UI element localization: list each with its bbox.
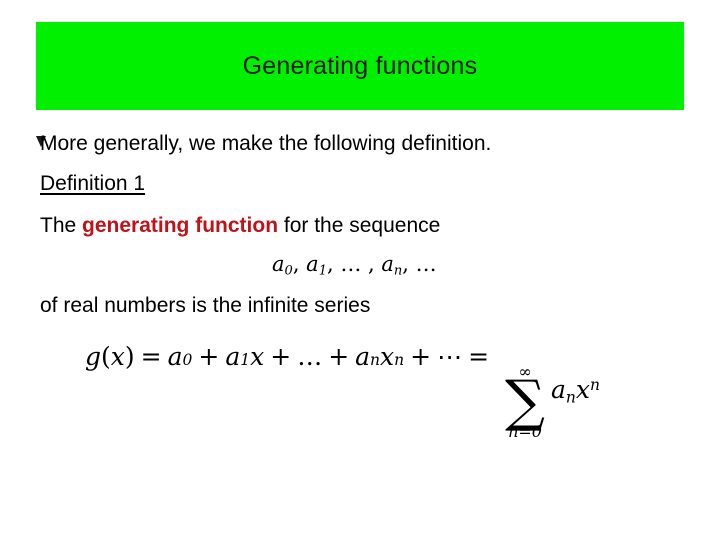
eq-plus-2: + <box>270 342 292 371</box>
eq-term-an-x-exponent: n <box>394 351 405 369</box>
sigma-icon: ∑ <box>505 369 546 434</box>
summation-body: anxn <box>551 375 600 406</box>
eq-plus-1: + <box>198 342 220 371</box>
definition-text-suffix: for the sequence <box>278 214 441 237</box>
seq-a0-subscript: 0 <box>284 263 293 279</box>
sum-body-x: x <box>575 374 591 404</box>
eq-term-a1-subscript: 1 <box>240 351 251 369</box>
eq-term-a1: a <box>225 342 241 371</box>
eq-paren-close: ) <box>124 342 135 371</box>
eq-ellipsis: … <box>297 342 323 371</box>
eq-plus-4: + <box>410 342 432 371</box>
seq-a1: a <box>306 252 319 276</box>
eq-term-an-subscript: n <box>370 351 381 369</box>
eq-term-a1-x: x <box>250 342 265 371</box>
eq-term-an-x: x <box>380 342 395 371</box>
title-banner: Generating functions <box>36 22 684 110</box>
seq-sep-1: , <box>292 252 307 276</box>
seq-sep-2: , … , <box>326 252 382 276</box>
slide-body: More generally, we make the following de… <box>0 110 720 540</box>
body-line-intro: More generally, we make the following de… <box>40 132 492 155</box>
seq-an: a <box>381 252 394 276</box>
eq-term-a0-subscript: 0 <box>182 351 193 369</box>
eq-var-x: x <box>110 342 125 371</box>
definition-heading: Definition 1 <box>40 172 145 195</box>
seq-sep-3: , … <box>402 252 437 276</box>
seq-a0: a <box>272 252 285 276</box>
eq-term-a0: a <box>167 342 183 371</box>
summation-lower-limit: n=0 <box>508 422 542 442</box>
generating-function-emphasis: generating function <box>82 214 279 237</box>
definition-text-prefix: The <box>40 214 83 237</box>
sum-body-a: a <box>551 374 566 404</box>
eq-term-an: a <box>355 342 371 371</box>
eq-plus-3: + <box>328 342 350 371</box>
page-title: Generating functions <box>242 51 478 80</box>
eq-paren-open: ( <box>101 342 111 371</box>
body-line-infinite-series: of real numbers is the infinite series <box>40 294 371 317</box>
eq-equals: = <box>140 342 162 371</box>
sum-body-x-exponent: n <box>590 375 600 394</box>
eq-cdots: ⋯ <box>437 342 463 371</box>
body-line-definition-text: The generating function for the sequence <box>40 214 440 237</box>
sequence-expression: a0, a1, … , an, … <box>272 252 437 279</box>
eq-g: g <box>85 342 102 371</box>
generating-function-equation: g(x) = a 0 + a 1 x +… + a n x n + ⋯ = ∞ ∑ n=0 anxn <box>85 342 600 440</box>
definition-heading-label: Definition 1 <box>40 172 146 195</box>
summation-operator: ∞ ∑ n=0 <box>505 364 545 440</box>
slide: Generating functions More generally, we … <box>0 0 720 540</box>
sum-body-a-subscript: n <box>565 388 576 407</box>
eq-equals-2: = <box>468 342 490 371</box>
seq-a1-subscript: 1 <box>318 263 327 279</box>
